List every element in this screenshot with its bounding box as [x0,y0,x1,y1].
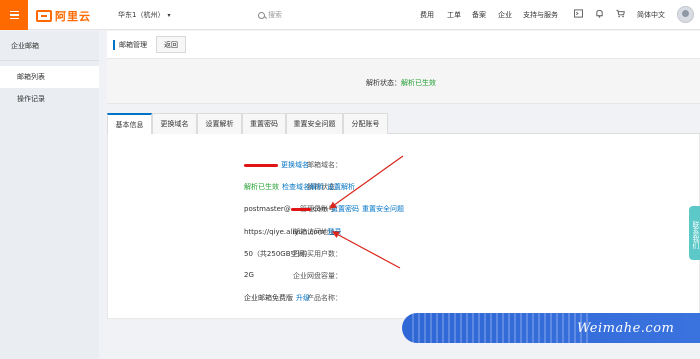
redaction-mark [290,207,311,211]
product-value: 企业邮箱免费版 升级 [244,293,310,303]
check-dns-link[interactable]: 检查域名解析 [282,183,324,191]
tab-reset-password[interactable]: 重置密码 [242,113,286,134]
redaction-mark [244,163,278,167]
dns-row: 解析状态： 解析已生效 检查域名解析 设置解析 [108,180,700,194]
product-row: 产品名称： 企业邮箱免费版 升级 [108,291,700,305]
netdisk-row: 企业网盘容量： 2G [108,269,700,283]
region-selector[interactable]: 华东1（杭州） ▾ [118,10,170,20]
basic-info-panel: 邮箱域名： 更换域名 解析状态： 解析已生效 检查域名解析 设置解析 管理员账号： … [107,134,700,319]
users-row: 已购买用户数： 50（共250GB空间） [108,247,700,261]
nav-enterprise[interactable]: 企业 [498,10,512,20]
sidebar: 企业邮箱 邮箱列表 操作记录 [0,31,99,359]
change-domain-link[interactable]: 更换域名 [281,161,309,169]
menu-icon[interactable] [0,0,28,30]
url-row: 邮箱访问地址： https://qiye.aliyun.com 登录 [108,225,700,239]
cart-icon[interactable] [616,9,625,18]
avatar[interactable] [677,6,694,23]
upgrade-link[interactable]: 升级 [296,294,310,302]
tab-reset-security-question[interactable]: 重置安全问题 [286,113,343,134]
contact-us-widget[interactable]: 联系我们 [689,206,700,260]
domain-label: 邮箱域名： [307,161,342,169]
watermark-band: Weimahe.com [402,313,700,343]
dns-status-banner: 解析状态：解析已生效 [366,78,436,88]
tab-bar: 基本信息 更换域名 设置解析 重置密码 重置安全问题 分配账号 [107,113,700,135]
sidebar-title: 企业邮箱 [0,31,99,61]
sidebar-item-operation-log[interactable]: 操作记录 [0,88,99,110]
product-label: 产品名称： [307,294,342,302]
chevron-down-icon: ▾ [167,12,171,19]
page-title: 邮箱管理 [113,40,147,50]
region-label: 华东1（杭州） [118,11,165,19]
status-panel: 解析状态：解析已生效 [107,59,700,104]
dns-status-label: 解析状态： [366,79,401,87]
login-link[interactable]: 登录 [328,228,342,236]
tab-dns-settings[interactable]: 设置解析 [197,113,242,134]
search-icon [258,11,265,19]
sidebar-item-mailbox-list[interactable]: 邮箱列表 [0,66,99,88]
logo-text: 阿里云 [55,10,91,23]
watermark-stripes [412,313,592,343]
terminal-icon[interactable] [574,9,583,18]
reset-password-link[interactable]: 重置密码 [331,205,359,213]
dns-status-text: 解析已生效 [244,183,279,191]
nav-billing[interactable]: 费用 [420,10,434,20]
netdisk-label: 企业网盘容量： [293,272,342,280]
domain-value: 更换域名 [244,160,309,170]
product-name: 企业邮箱免费版 [244,294,293,302]
logo-mark-icon [36,10,52,22]
domain-row: 邮箱域名： 更换域名 [108,158,700,172]
set-dns-link[interactable]: 设置解析 [327,183,355,191]
url-value: https://qiye.aliyun.com 登录 [244,227,342,237]
aliyun-logo[interactable]: 阿里云 [36,8,91,24]
dns-status-value: 解析已生效 [401,79,436,87]
top-bar: 阿里云 华东1（杭州） ▾ 搜索 费用 工单 备案 企业 支持与服务 简体中文 [0,0,700,30]
search-box[interactable]: 搜索 [258,9,378,21]
language-switch[interactable]: 简体中文 [637,10,665,20]
back-button[interactable]: 返回 [156,36,186,53]
tab-assign-account[interactable]: 分配账号 [343,113,388,134]
admin-account-prefix: postmaster@ [244,205,291,213]
reset-security-question-link[interactable]: 重置安全问题 [362,205,404,213]
tab-change-domain[interactable]: 更换域名 [152,113,197,134]
dns-value: 解析已生效 检查域名解析 设置解析 [244,182,355,192]
page-header: 邮箱管理 返回 [107,31,700,59]
netdisk-value: 2G [244,271,254,279]
admin-value: postmaster@ .com 重置密码 重置安全问题 [244,204,404,214]
search-input[interactable]: 搜索 [268,10,282,20]
admin-row: 管理员账号： postmaster@ .com 重置密码 重置安全问题 [108,202,700,216]
nav-support[interactable]: 支持与服务 [523,10,558,20]
bell-icon[interactable] [595,9,604,18]
nav-tickets[interactable]: 工单 [447,10,461,20]
users-value: 50（共250GB空间） [244,250,312,258]
admin-account-suffix: .com [310,205,328,213]
watermark-text: Weimahe.com [577,321,675,336]
mail-url: https://qiye.aliyun.com [244,228,325,236]
nav-icp[interactable]: 备案 [472,10,486,20]
tab-basic-info[interactable]: 基本信息 [107,113,152,135]
